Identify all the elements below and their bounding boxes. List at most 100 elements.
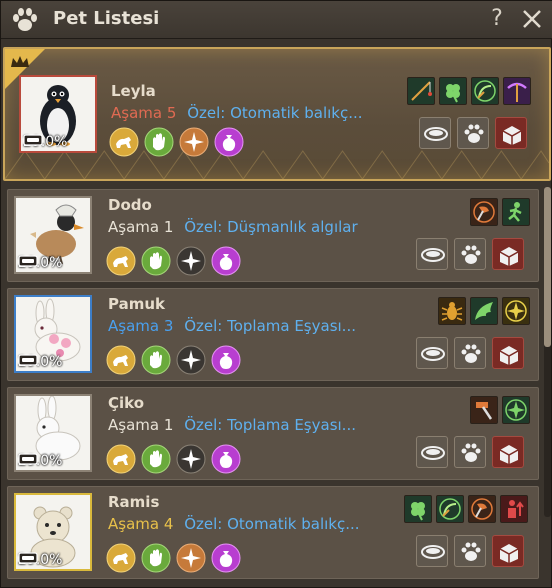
pouch-icon	[211, 345, 241, 375]
skill-slot-1[interactable]	[106, 345, 136, 375]
compass-star-icon	[176, 246, 206, 276]
skill-slot-1[interactable]	[106, 246, 136, 276]
skill-slot-4[interactable]	[214, 127, 244, 157]
release-button[interactable]	[492, 436, 524, 468]
passive-slot-3[interactable]	[468, 495, 496, 523]
pet-portrait: 29.0%	[19, 75, 97, 153]
passive-slot-3[interactable]	[471, 77, 499, 105]
pet-card-ramis[interactable]: 29.0% Ramis Aşama 4 Özel: Otomatik balık…	[7, 486, 539, 579]
skill-slot-3[interactable]	[176, 444, 206, 474]
skill-slot-2[interactable]	[141, 543, 171, 573]
stage-number: 1	[163, 416, 174, 434]
window-title: Pet Listesi	[53, 8, 160, 29]
titlebar: Pet Listesi ?	[1, 1, 552, 39]
skill-slot-3[interactable]	[176, 543, 206, 573]
pet-walk-icon	[109, 127, 139, 157]
feed-bowl-icon	[18, 255, 38, 267]
compass-star-icon	[176, 345, 206, 375]
passive-slot-2[interactable]	[439, 77, 467, 105]
compass-star-icon	[176, 444, 206, 474]
bug-icon	[441, 302, 463, 321]
scroll-thumb[interactable]	[544, 187, 551, 347]
feed-button[interactable]	[416, 535, 448, 567]
passive-slot-2[interactable]	[502, 396, 530, 424]
summon-button[interactable]	[454, 535, 486, 567]
summon-button[interactable]	[454, 436, 486, 468]
stage-number: 3	[163, 317, 174, 335]
wing-icon	[475, 302, 493, 320]
skill-slot-3[interactable]	[176, 246, 206, 276]
skill-slot-1[interactable]	[106, 543, 136, 573]
skill-slot-4[interactable]	[211, 444, 241, 474]
passive-slot-1[interactable]	[470, 396, 498, 424]
hand-icon	[141, 444, 171, 474]
special-ability: Özel: Otomatik balıkç...	[184, 515, 360, 533]
skill-slot-2[interactable]	[141, 444, 171, 474]
pet-card-pamuk[interactable]: 29.0% Pamuk Aşama 3 Özel: Toplama Eşyası…	[7, 288, 539, 381]
paw-icon	[461, 245, 481, 264]
box-icon	[499, 544, 519, 563]
pet-card-dodo[interactable]: 29.0% Dodo Aşama 1 Özel: Düşmanlık algıl…	[7, 189, 539, 282]
person-up-icon	[508, 500, 524, 518]
summon-button[interactable]	[454, 337, 486, 369]
compass-icon	[505, 300, 527, 322]
pet-list-window: Pet Listesi ? 29.0% Leyla Aşama 5 Özel: …	[0, 0, 552, 588]
feed-button[interactable]	[416, 436, 448, 468]
skill-slot-3[interactable]	[176, 345, 206, 375]
pet-walk-icon	[106, 246, 136, 276]
paw-icon	[461, 443, 481, 462]
skill-slot-4[interactable]	[211, 246, 241, 276]
passive-slot-1[interactable]	[438, 297, 466, 325]
hand-icon	[141, 543, 171, 573]
release-button[interactable]	[492, 337, 524, 369]
stage-label: Aşama	[108, 317, 160, 335]
passive-slot-1[interactable]	[404, 495, 432, 523]
compass-icon	[505, 399, 527, 421]
release-button[interactable]	[492, 238, 524, 270]
skill-slot-1[interactable]	[106, 444, 136, 474]
passive-slot-3[interactable]	[502, 297, 530, 325]
feed-button[interactable]	[416, 337, 448, 369]
pouch-icon	[211, 543, 241, 573]
skill-slot-2[interactable]	[141, 345, 171, 375]
pouch-icon	[211, 444, 241, 474]
skill-slot-4[interactable]	[211, 345, 241, 375]
sickle-icon	[439, 498, 461, 520]
feed-status: 29.0%	[16, 551, 62, 569]
pet-card-leyla[interactable]: 29.0% Leyla Aşama 5 Özel: Otomatik balık…	[3, 47, 551, 181]
summon-button[interactable]	[454, 238, 486, 270]
passive-slot-2[interactable]	[436, 495, 464, 523]
skill-slot-4[interactable]	[211, 543, 241, 573]
passive-slot-4[interactable]	[503, 77, 531, 105]
feed-button[interactable]	[416, 238, 448, 270]
help-button[interactable]: ?	[485, 5, 509, 33]
release-button[interactable]	[495, 117, 527, 149]
paw-icon	[464, 124, 484, 143]
close-icon[interactable]	[519, 6, 545, 32]
summon-button[interactable]	[457, 117, 489, 149]
pet-card-ciko[interactable]: 29.0% Çiko Aşama 1 Özel: Toplama Eşyası.…	[7, 387, 539, 480]
skill-slot-3[interactable]	[179, 127, 209, 157]
fishing-rod-icon	[411, 81, 432, 101]
scrollbar[interactable]	[544, 187, 551, 517]
stage-number: 4	[163, 515, 174, 533]
passive-slot-2[interactable]	[470, 297, 498, 325]
release-button[interactable]	[492, 535, 524, 567]
skill-slot-2[interactable]	[144, 127, 174, 157]
passive-slot-2[interactable]	[502, 198, 530, 226]
box-icon	[499, 445, 519, 464]
pet-portrait: 29.0%	[14, 196, 92, 274]
bowl-icon	[421, 545, 445, 559]
pet-stage-line: Aşama 5 Özel: Otomatik balıkç...	[111, 104, 363, 122]
passive-slot-1[interactable]	[407, 77, 435, 105]
stage-label: Aşama	[111, 104, 163, 122]
special-ability: Özel: Otomatik balıkç...	[187, 104, 363, 122]
skill-slot-2[interactable]	[141, 246, 171, 276]
pet-walk-icon	[106, 345, 136, 375]
feed-button[interactable]	[419, 117, 451, 149]
passive-slot-4[interactable]	[500, 495, 528, 523]
skill-slot-1[interactable]	[109, 127, 139, 157]
passive-slot-1[interactable]	[470, 198, 498, 226]
feed-status: 29.0%	[16, 353, 62, 371]
pickaxe-icon	[507, 82, 527, 102]
